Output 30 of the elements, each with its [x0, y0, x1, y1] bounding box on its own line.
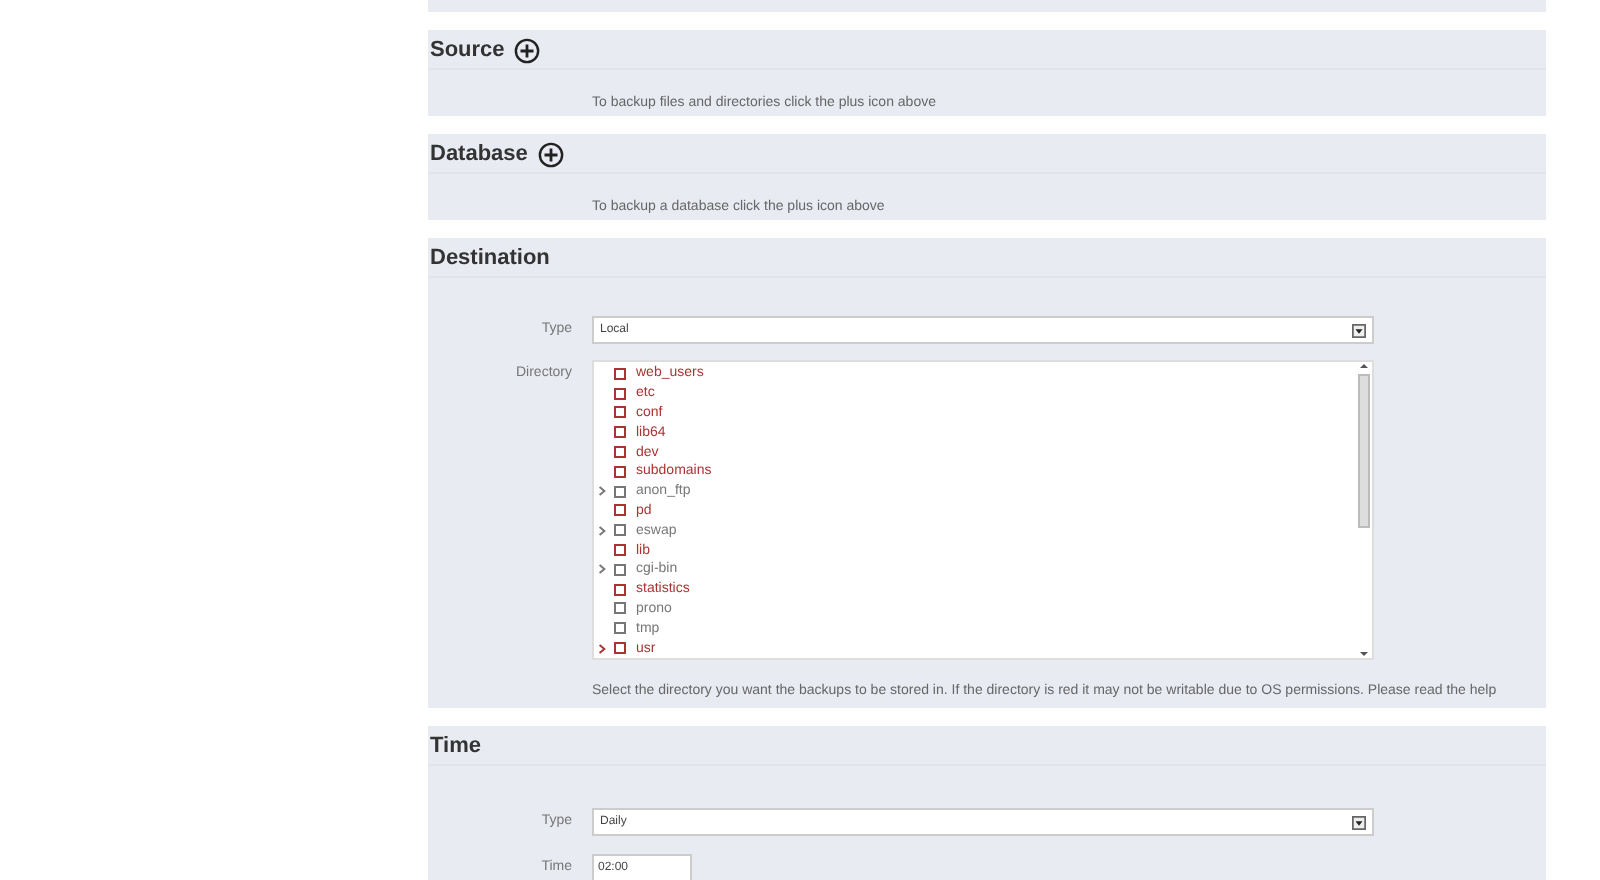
dropdown-arrow-icon — [1352, 815, 1366, 829]
checkbox[interactable] — [614, 622, 626, 635]
add-icon[interactable] — [514, 38, 541, 64]
checkbox[interactable] — [614, 563, 626, 576]
expand-chevron-icon[interactable] — [598, 564, 608, 575]
expand-chevron-icon[interactable] — [598, 525, 608, 536]
checkbox[interactable] — [614, 642, 626, 655]
dropdown-arrow-icon — [1352, 323, 1366, 337]
expand-chevron-icon[interactable] — [598, 486, 608, 497]
section-title: Database — [430, 144, 528, 166]
checkbox[interactable] — [614, 426, 626, 439]
checkbox[interactable] — [614, 446, 626, 459]
section-title: Source — [430, 40, 505, 62]
checkbox[interactable] — [614, 504, 626, 517]
checkbox[interactable] — [614, 485, 626, 498]
checkbox[interactable] — [614, 387, 626, 400]
scrollbar[interactable] — [1356, 362, 1372, 658]
expand-chevron-icon[interactable] — [598, 643, 608, 654]
checkbox[interactable] — [614, 544, 626, 557]
add-icon[interactable] — [537, 142, 564, 168]
scroll-down-icon[interactable] — [1360, 652, 1368, 656]
checkbox[interactable] — [614, 465, 626, 478]
checkbox[interactable] — [614, 602, 626, 615]
section-title: Destination — [430, 248, 550, 270]
checkbox[interactable] — [614, 524, 626, 537]
scroll-up-icon[interactable] — [1360, 364, 1368, 368]
checkbox[interactable] — [614, 367, 626, 380]
checkbox[interactable] — [614, 583, 626, 596]
section-title: Time — [430, 736, 481, 758]
checkbox[interactable] — [614, 406, 626, 419]
